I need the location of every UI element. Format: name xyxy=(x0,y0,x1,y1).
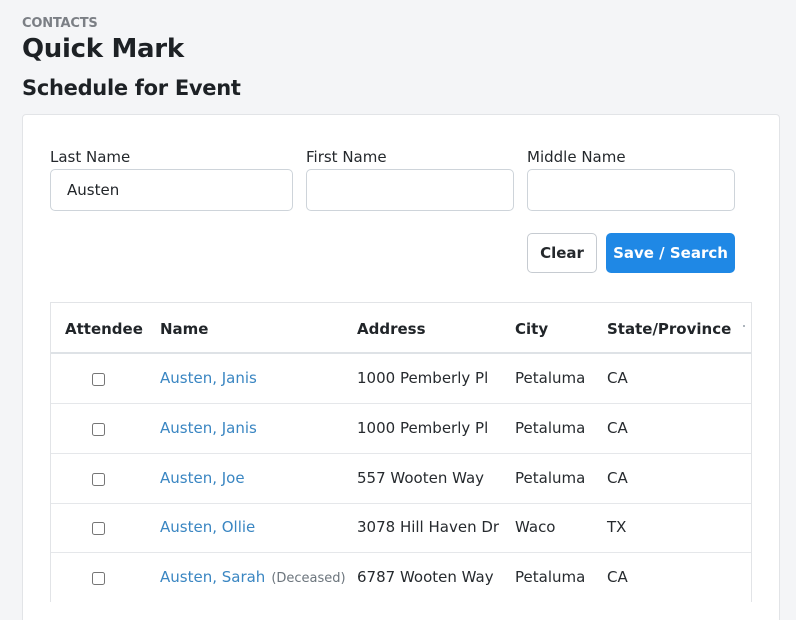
state-cell: CA xyxy=(607,419,628,437)
middle-name-label: Middle Name xyxy=(527,148,626,166)
attendee-checkbox[interactable] xyxy=(92,423,105,436)
last-name-input[interactable] xyxy=(50,169,293,211)
address-cell: 3078 Hill Haven Dr xyxy=(357,518,500,536)
quick-mark-page: CONTACTS Quick Mark Schedule for Event L… xyxy=(0,0,796,620)
middle-name-input[interactable] xyxy=(527,169,735,211)
column-header-address[interactable]: Address xyxy=(357,320,426,338)
attendee-checkbox[interactable] xyxy=(92,473,105,486)
table-row: Austen, Sarah (Deceased) 6787 Wooten Way … xyxy=(51,553,751,602)
state-cell: CA xyxy=(607,469,628,487)
contact-name-link[interactable]: Austen, Joe xyxy=(160,469,245,487)
last-name-label: Last Name xyxy=(50,148,131,166)
more-columns-indicator xyxy=(743,325,745,327)
first-name-label: First Name xyxy=(306,148,387,166)
address-cell: 6787 Wooten Way xyxy=(357,568,494,586)
clear-button[interactable]: Clear xyxy=(527,233,597,273)
contact-name-link[interactable]: Austen, Sarah xyxy=(160,568,265,586)
page-title: Quick Mark xyxy=(22,34,184,64)
contacts-table: Attendee Name Address City State/Provinc… xyxy=(50,302,752,602)
first-name-input[interactable] xyxy=(306,169,514,211)
city-cell: Waco xyxy=(515,518,556,536)
table-header: Attendee Name Address City State/Provinc… xyxy=(51,303,751,354)
contact-name-link[interactable]: Austen, Janis xyxy=(160,419,257,437)
address-cell: 557 Wooten Way xyxy=(357,469,485,487)
table-row: Austen, Janis 1000 Pemberly Pl Petaluma … xyxy=(51,354,751,404)
name-cell: Austen, Sarah (Deceased) xyxy=(160,568,346,586)
name-cell: Austen, Janis xyxy=(160,369,257,387)
city-cell: Petaluma xyxy=(515,469,586,487)
address-cell: 1000 Pemberly Pl xyxy=(357,419,489,437)
save-search-button[interactable]: Save / Search xyxy=(606,233,735,273)
state-cell: CA xyxy=(607,369,628,387)
state-cell: CA xyxy=(607,568,628,586)
contact-name-link[interactable]: Austen, Ollie xyxy=(160,518,255,536)
contact-name-link[interactable]: Austen, Janis xyxy=(160,369,257,387)
search-card: Last Name First Name Middle Name Clear S… xyxy=(22,114,780,620)
attendee-checkbox[interactable] xyxy=(92,572,105,585)
name-cell: Austen, Janis xyxy=(160,419,257,437)
attendee-checkbox[interactable] xyxy=(92,522,105,535)
city-cell: Petaluma xyxy=(515,419,586,437)
name-cell: Austen, Joe xyxy=(160,469,245,487)
address-cell: 1000 Pemberly Pl xyxy=(357,369,489,387)
column-header-name[interactable]: Name xyxy=(160,320,208,338)
city-cell: Petaluma xyxy=(515,568,586,586)
column-header-state[interactable]: State/Province xyxy=(607,320,731,338)
table-row: Austen, Ollie 3078 Hill Haven Dr Waco TX xyxy=(51,503,751,553)
column-header-attendee[interactable]: Attendee xyxy=(65,320,143,338)
state-cell: TX xyxy=(607,518,627,536)
deceased-badge: (Deceased) xyxy=(271,571,346,586)
city-cell: Petaluma xyxy=(515,369,586,387)
section-title: Schedule for Event xyxy=(22,76,241,100)
table-row: Austen, Janis 1000 Pemberly Pl Petaluma … xyxy=(51,404,751,454)
breadcrumb[interactable]: CONTACTS xyxy=(22,16,98,31)
table-row: Austen, Joe 557 Wooten Way Petaluma CA xyxy=(51,454,751,504)
name-cell: Austen, Ollie xyxy=(160,518,255,536)
column-header-city[interactable]: City xyxy=(515,320,548,338)
attendee-checkbox[interactable] xyxy=(92,373,105,386)
